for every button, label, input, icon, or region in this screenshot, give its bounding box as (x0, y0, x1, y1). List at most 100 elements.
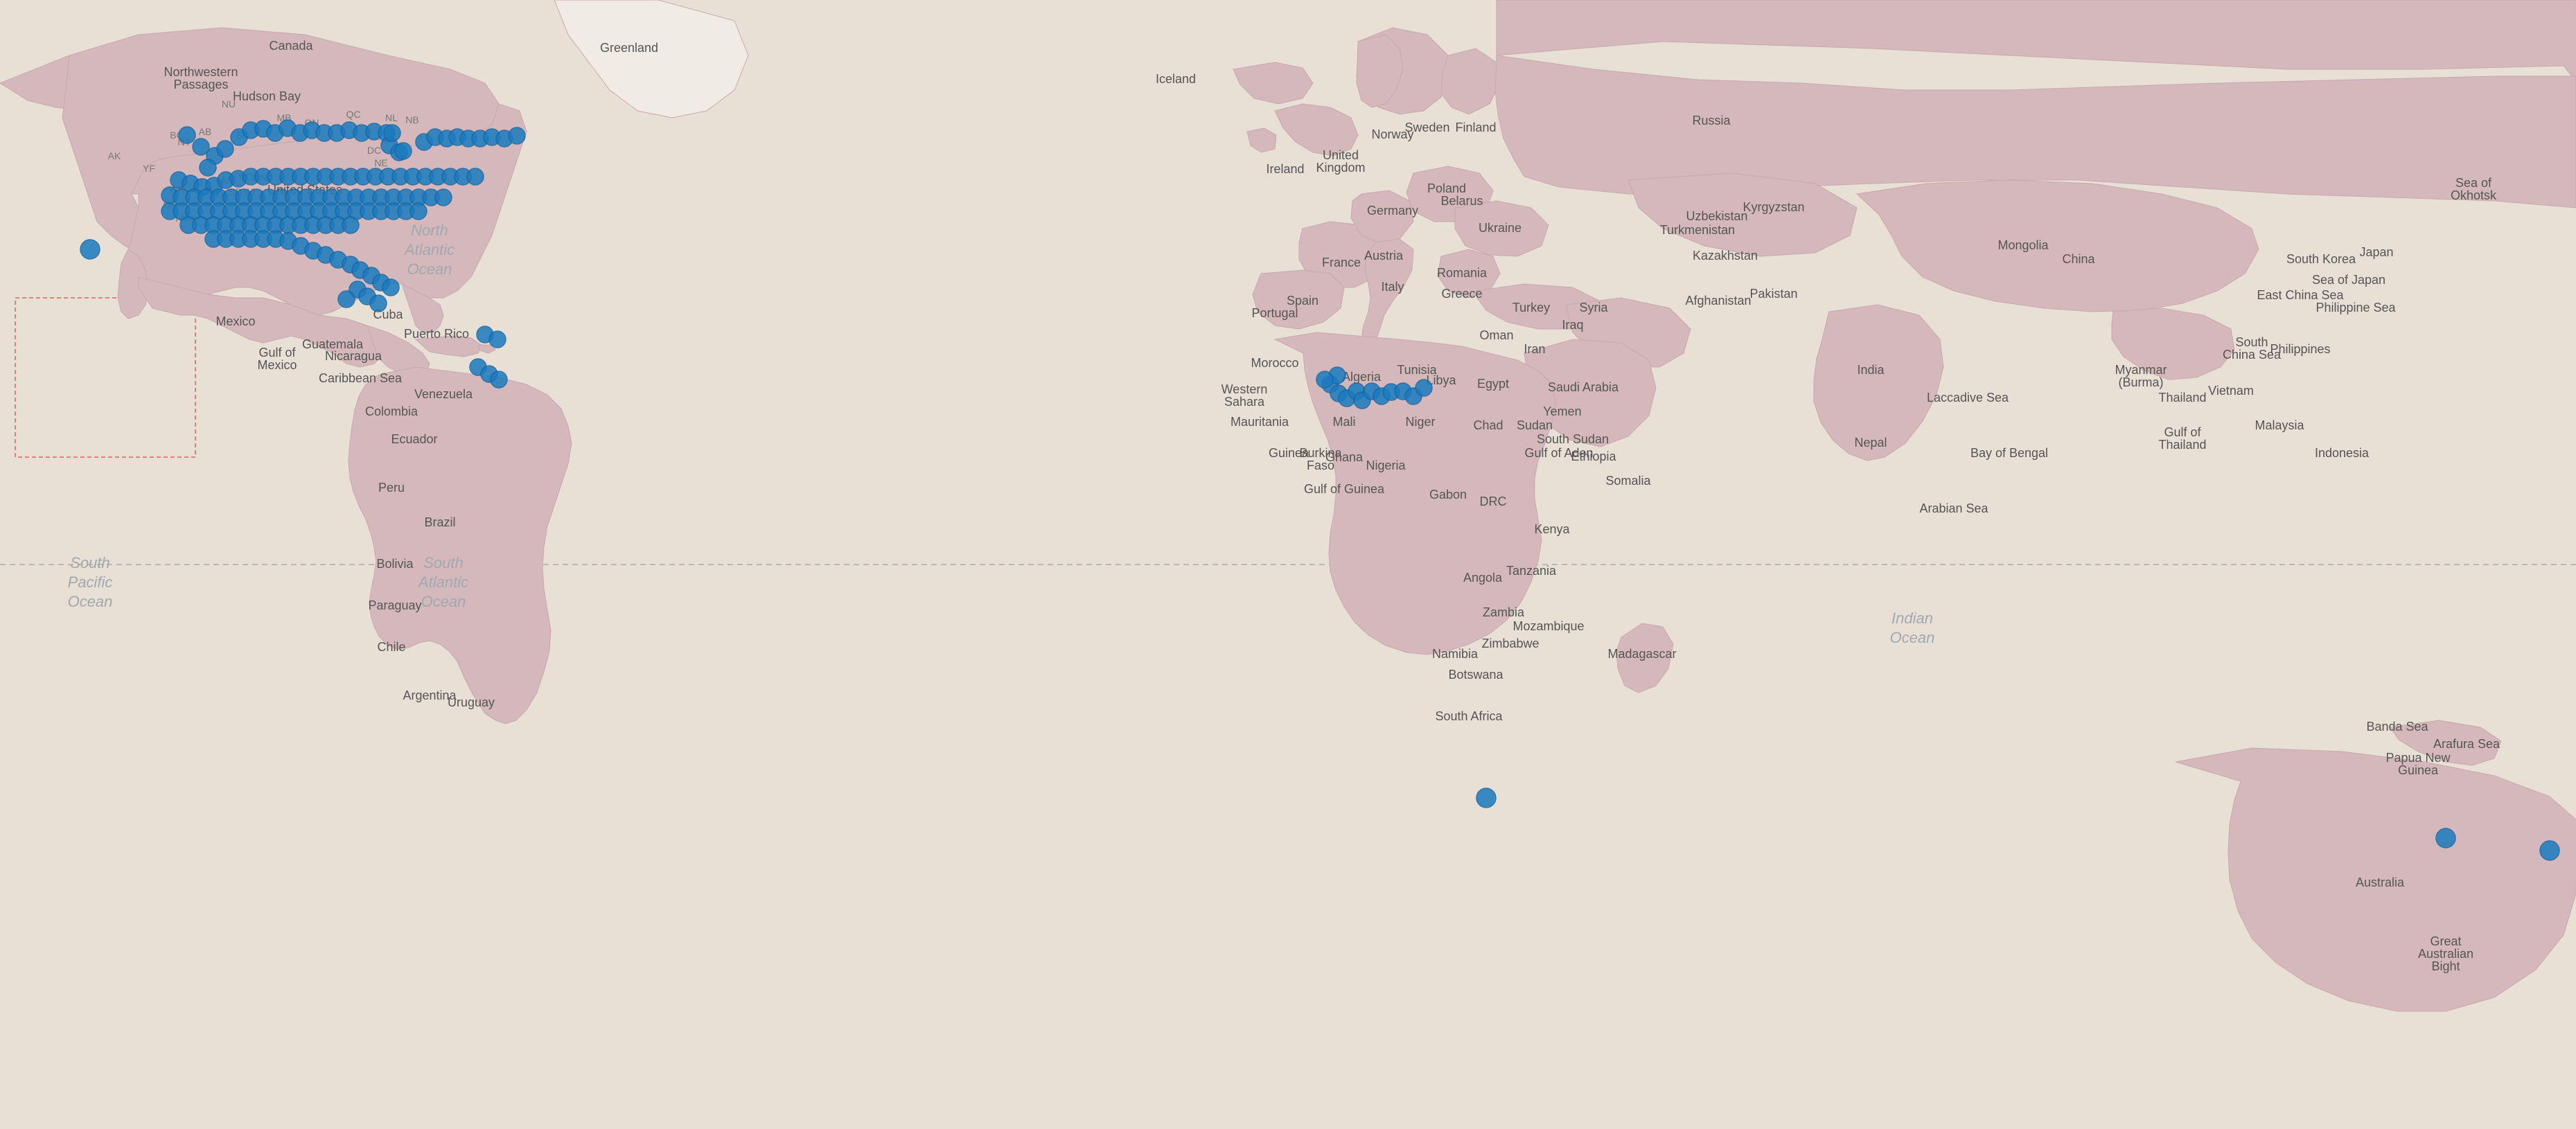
algeria-label: Algeria (1342, 370, 1382, 384)
mauritania-label: Mauritania (1230, 415, 1289, 429)
kazakhstan-label: Kazakhstan (1693, 249, 1758, 263)
greenland-label: Greenland (600, 41, 658, 55)
data-point-australia1[interactable] (2436, 828, 2455, 848)
arafura-sea-label: Arafura Sea (2433, 737, 2500, 751)
papua-new-guinea-label2: Guinea (2398, 763, 2439, 777)
uk-label2: Kingdom (1316, 161, 1365, 175)
philippine-sea-label: Philippine Sea (2315, 301, 2396, 314)
chad-label: Chad (1473, 418, 1503, 432)
drc-label: DRC (1480, 495, 1507, 508)
iraq-label: Iraq (1562, 318, 1583, 332)
data-point-ven3[interactable] (491, 371, 507, 388)
uk-label: United (1323, 148, 1359, 162)
north-atlantic-label: North (411, 222, 448, 239)
hudson-bay-label: Hudson Bay (233, 89, 301, 103)
mexico-label: Mexico (215, 314, 255, 328)
nigeria-label: Nigeria (1366, 459, 1406, 472)
vietnam-label: Vietnam (2208, 384, 2254, 398)
portugal-label: Portugal (1251, 306, 1298, 320)
sea-of-japan-label: Sea of Japan (2312, 273, 2385, 287)
italy-label: Italy (1381, 280, 1404, 294)
papua-new-guinea-label: Papua New (2385, 751, 2451, 765)
data-point[interactable] (179, 127, 195, 143)
north-atlantic-label2: Atlantic (403, 241, 455, 258)
data-point[interactable] (200, 159, 216, 176)
myanmar-label2: (Burma) (2118, 375, 2163, 389)
brazil-label: Brazil (424, 515, 455, 529)
nb-label: NB (405, 114, 418, 125)
dc-label: DC (367, 145, 381, 156)
paraguay-label: Paraguay (368, 598, 421, 612)
data-point-pacific[interactable] (80, 240, 100, 259)
northwestern-passages-label2: Passages (173, 78, 228, 91)
south-korea-label: South Korea (2286, 252, 2356, 266)
uzbekistan-label: Uzbekistan (1686, 209, 1747, 223)
north-atlantic-label3: Ocean (407, 260, 452, 278)
data-point[interactable] (382, 279, 399, 296)
bay-of-bengal-label: Bay of Bengal (1970, 446, 2048, 460)
sudan-label: Sudan (1517, 418, 1553, 432)
great-australian-bight-label: Great (2430, 934, 2461, 948)
japan-label: Japan (2359, 245, 2393, 259)
iran-label: Iran (1524, 342, 1545, 356)
nicaragua-label: Nicaragua (325, 349, 382, 363)
mongolia-label: Mongolia (1997, 238, 2049, 252)
south-pacific-label2: Pacific (68, 574, 113, 591)
data-point-botswana[interactable] (1476, 788, 1496, 808)
turkmenistan-label: Turkmenistan (1660, 223, 1735, 237)
data-point[interactable] (509, 127, 525, 144)
belarus-label: Belarus (1440, 194, 1483, 208)
indian-ocean-label: Indian (1891, 610, 1933, 627)
kenya-label: Kenya (1534, 522, 1570, 536)
data-point[interactable] (435, 189, 452, 206)
ne-label: NE (374, 157, 387, 168)
uruguay-label: Uruguay (448, 695, 495, 709)
south-pacific-label: South (70, 554, 110, 571)
namibia-label: Namibia (1432, 647, 1479, 661)
data-point[interactable] (410, 203, 427, 220)
gabon-label: Gabon (1429, 488, 1467, 501)
data-point-de3[interactable] (1415, 380, 1432, 396)
laccadive-sea-label: Laccadive Sea (1927, 391, 2009, 405)
gulf-of-mexico-label: Gulf of (258, 346, 296, 359)
gulf-of-mexico-label2: Mexico (257, 358, 297, 372)
russia-label: Russia (1692, 114, 1731, 127)
peru-label: Peru (378, 481, 405, 495)
thailand-label: Thailand (2158, 391, 2206, 405)
mozambique-label: Mozambique (1512, 619, 1584, 633)
tanzania-label: Tanzania (1506, 564, 1557, 578)
data-point[interactable] (342, 217, 359, 233)
ab-label: AB (199, 126, 212, 137)
data-point-eu6[interactable] (1316, 371, 1333, 388)
yemen-label: Yemen (1543, 405, 1581, 418)
turkey-label: Turkey (1512, 301, 1550, 314)
south-atlantic-label: South (423, 554, 464, 571)
northwestern-passages-label: Northwestern (164, 65, 238, 79)
afghanistan-label: Afghanistan (1685, 294, 1751, 308)
sweden-label: Sweden (1404, 121, 1449, 134)
angola-label: Angola (1463, 571, 1503, 585)
western-sahara-label2: Sahara (1224, 395, 1265, 409)
sea-of-okhotsk-label: Sea of (2455, 176, 2492, 190)
nu-label: NU (222, 98, 236, 109)
nepal-label: Nepal (1854, 436, 1887, 450)
data-point[interactable] (384, 125, 400, 141)
romania-label: Romania (1437, 266, 1488, 280)
data-point[interactable] (370, 295, 387, 312)
indonesia-label: Indonesia (2315, 446, 2370, 460)
south-africa-label: South Africa (1435, 709, 1503, 723)
arabian-sea-label: Arabian Sea (1919, 501, 1988, 515)
pakistan-label: Pakistan (1749, 287, 1797, 301)
caribbean-sea-label: Caribbean Sea (319, 371, 403, 385)
data-point[interactable] (338, 291, 355, 308)
data-point-australia2[interactable] (2540, 841, 2559, 860)
chile-label: Chile (377, 640, 405, 654)
data-point[interactable] (395, 143, 412, 159)
data-point[interactable] (217, 141, 233, 157)
data-point[interactable] (467, 168, 484, 185)
venezuela-label: Venezuela (414, 387, 473, 401)
ireland-label: Ireland (1266, 162, 1304, 176)
data-point-pr2[interactable] (489, 331, 506, 348)
morocco-label: Morocco (1251, 356, 1298, 370)
kyrgyzstan-label: Kyrgyzstan (1743, 200, 1804, 214)
